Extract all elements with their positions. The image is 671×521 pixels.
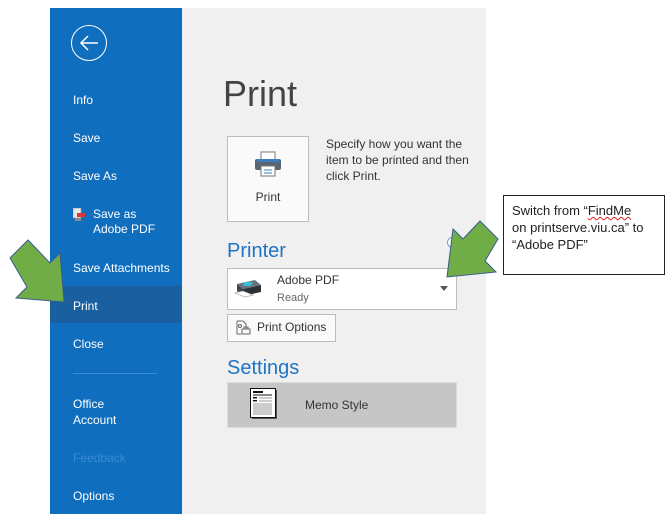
sidebar-item-close[interactable]: Close: [50, 336, 182, 352]
page-title: Print: [223, 73, 298, 114]
annotation-arrow-left: [9, 239, 65, 303]
chevron-down-icon: [440, 286, 448, 291]
print-description: Specify how you want the item to be prin…: [326, 137, 469, 183]
sidebar-item-options[interactable]: Options: [50, 488, 182, 504]
sidebar-item-save-as-adobe-pdf[interactable]: Save as Adobe PDF: [50, 206, 182, 238]
sidebar-item-save[interactable]: Save: [50, 130, 182, 146]
settings-heading: Settings: [227, 357, 300, 379]
printer-heading: Printer: [227, 240, 286, 262]
back-arrow-icon: [79, 35, 98, 51]
sidebar-item-save-as[interactable]: Save As: [50, 168, 182, 184]
printer-icon: [255, 151, 281, 177]
print-options-button[interactable]: Print Options: [227, 314, 336, 342]
annotation-arrow-right: [446, 220, 499, 278]
print-options-icon: [236, 320, 251, 335]
backstage-window: Info Save Save As Save as Adobe PDF Save…: [50, 8, 486, 514]
sidebar-item-feedback: Feedback: [73, 451, 126, 465]
annotation-callout: Switch from “FindMe on printserve.viu.ca…: [503, 195, 665, 275]
sidebar-divider: [73, 373, 157, 374]
memo-document-icon: [250, 388, 277, 419]
back-button[interactable]: [71, 25, 107, 61]
memo-style-option[interactable]: Memo Style: [227, 382, 457, 428]
sidebar-item-info[interactable]: Info: [50, 92, 182, 108]
printer-dropdown[interactable]: Adobe PDF Ready: [227, 268, 457, 310]
adobe-pdf-icon: [73, 208, 85, 221]
sidebar-item-office-account[interactable]: Office Account: [50, 396, 182, 428]
print-button[interactable]: Print: [227, 136, 309, 222]
printer-device-icon: [234, 280, 261, 298]
